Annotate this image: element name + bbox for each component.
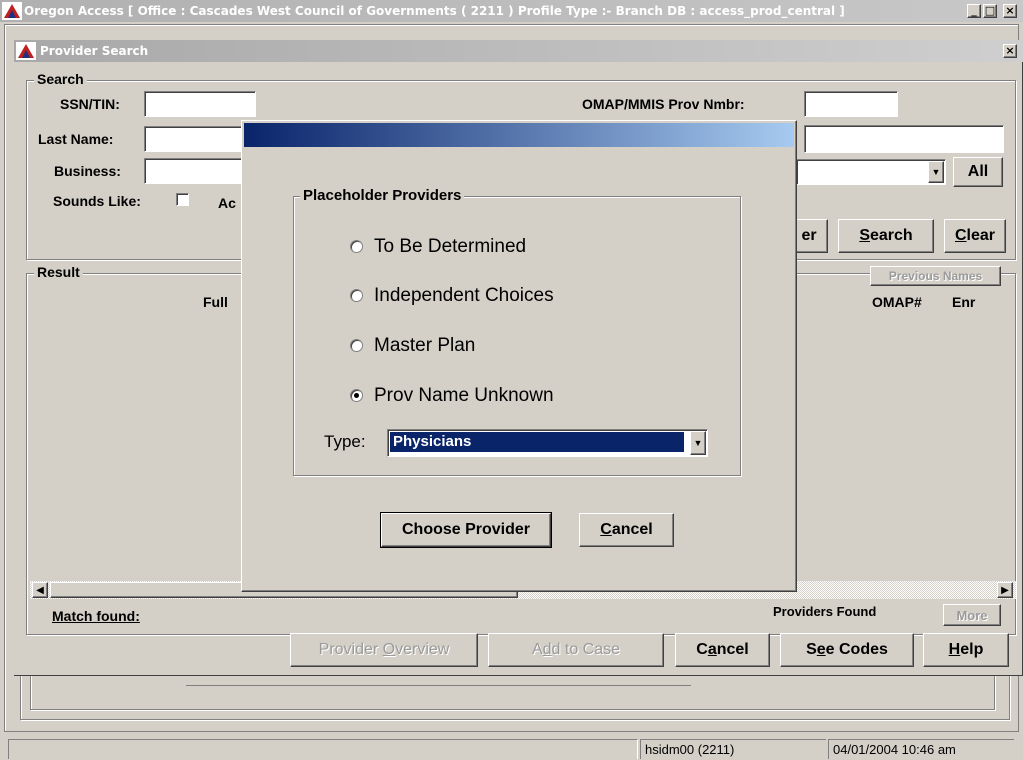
clear-button-accel: C: [954, 227, 967, 244]
clear-button-label: lear: [966, 227, 996, 244]
search-button-accel: S: [859, 227, 870, 244]
last-name-label: Last Name:: [38, 131, 114, 147]
radio-to-be-determined[interactable]: [350, 240, 363, 253]
right-text-input[interactable]: [804, 125, 1004, 153]
option-label: Prov Name Unknown: [374, 385, 554, 406]
chevron-down-icon[interactable]: ▼: [928, 161, 944, 183]
status-panel-datetime: 04/01/2004 10:46 am: [828, 739, 1014, 759]
business-input[interactable]: [144, 158, 244, 184]
more-button-label: More: [956, 607, 988, 623]
provider-overview-label-a: Provider: [318, 641, 383, 658]
omap-mmis-label: OMAP/MMIS Prov Nmbr:: [582, 96, 745, 112]
add-to-case-label-a: A: [531, 641, 543, 658]
cancel-label-a: C: [696, 641, 708, 658]
status-panel-user: hsidm00 (2211): [640, 739, 826, 759]
radio-master-plan[interactable]: [350, 339, 363, 352]
type-dropdown[interactable]: Physicians ▼: [387, 429, 708, 457]
app-close-button[interactable]: ×: [1003, 4, 1017, 18]
omap-mmis-input[interactable]: [804, 91, 898, 117]
partial-button-label: er: [801, 227, 817, 244]
provider-search-title-text: Provider Search: [40, 44, 149, 58]
help-button[interactable]: Help: [923, 633, 1009, 667]
app-title-text: Oregon Access [ Office : Cascades West C…: [24, 4, 845, 18]
all-button[interactable]: All: [953, 157, 1003, 187]
business-label: Business:: [54, 163, 121, 179]
active-label: Ac: [218, 195, 236, 211]
radio-independent-choices[interactable]: [350, 289, 363, 302]
close-icon: ×: [1005, 44, 1015, 57]
previous-names-button[interactable]: Previous Names: [870, 266, 1001, 286]
providers-found-label: Providers Found: [773, 604, 877, 619]
more-button[interactable]: More: [943, 604, 1001, 626]
arrow-left-icon: ◀: [36, 584, 44, 596]
see-codes-accel: e: [816, 641, 826, 658]
omap-column-header: OMAP#: [872, 294, 922, 310]
search-button[interactable]: Search: [838, 219, 934, 253]
choose-provider-label: Choose Provider: [401, 521, 531, 538]
cancel-label-b: ncel: [716, 641, 749, 658]
radio-prov-name-unknown[interactable]: [350, 389, 363, 402]
status-user: hsidm00 (2211): [645, 742, 735, 757]
sounds-like-checkbox[interactable]: [176, 193, 189, 206]
dialog-title-bar[interactable]: [244, 123, 794, 147]
enr-column-header: Enr: [952, 294, 976, 310]
option-label: Independent Choices: [374, 285, 554, 306]
add-to-case-accel: d: [542, 641, 552, 658]
help-label: elp: [960, 641, 984, 658]
provider-search-close-button[interactable]: ×: [1003, 44, 1017, 58]
minimize-button[interactable]: _: [967, 4, 981, 18]
minimize-icon: _: [971, 4, 977, 17]
status-datetime: 04/01/2004 10:46 am: [833, 742, 956, 757]
arrow-right-icon: ▶: [1001, 584, 1009, 596]
provider-search-title-bar[interactable]: Provider Search ×: [14, 40, 1023, 62]
scroll-right-button[interactable]: ▶: [997, 582, 1013, 598]
ssn-input[interactable]: [144, 91, 256, 117]
maximize-icon: □: [984, 4, 996, 17]
status-panel-main: [8, 739, 638, 759]
result-group-label: Result: [34, 264, 83, 280]
full-name-column-header: Full: [203, 294, 228, 310]
cancel-button[interactable]: Ca ncel: [675, 633, 770, 667]
type-dropdown-value: Physicians: [390, 432, 684, 452]
previous-names-label: Previous Names: [888, 269, 983, 283]
add-to-case-button[interactable]: Add to Case: [488, 633, 664, 667]
last-name-input[interactable]: [144, 126, 244, 152]
chevron-down-icon[interactable]: ▼: [690, 431, 706, 455]
placeholder-providers-label: Placeholder Providers: [300, 187, 465, 204]
cancel-accel: a: [707, 641, 717, 658]
see-codes-label-a: S: [806, 641, 817, 658]
all-button-label: All: [967, 163, 989, 180]
search-group-label: Search: [34, 71, 87, 87]
provider-overview-button[interactable]: Provider Overview: [290, 633, 478, 667]
close-icon: ×: [1005, 4, 1015, 17]
right-dropdown[interactable]: ▼: [796, 159, 946, 185]
maximize-button[interactable]: □: [983, 4, 997, 18]
clear-button[interactable]: Clear: [944, 219, 1006, 253]
oregon-access-app-icon: [2, 2, 22, 20]
dialog-cancel-button[interactable]: Cancel: [579, 513, 674, 547]
help-accel: H: [948, 641, 961, 658]
choose-provider-button[interactable]: Choose Provider: [380, 512, 552, 548]
search-button-label: earch: [869, 227, 913, 244]
option-label: Master Plan: [374, 335, 476, 356]
dialog-cancel-accel: C: [600, 521, 612, 538]
scroll-left-button[interactable]: ◀: [32, 582, 48, 598]
type-label: Type:: [324, 432, 366, 451]
provider-search-app-icon: [16, 42, 36, 60]
match-found-label: Match found:: [52, 608, 140, 624]
app-title-bar[interactable]: Oregon Access [ Office : Cascades West C…: [0, 0, 1023, 22]
add-to-case-label-b: d to Case: [551, 641, 621, 658]
provider-overview-label-b: verview: [395, 641, 450, 658]
option-label: To Be Determined: [374, 236, 527, 257]
dialog-cancel-label: ancel: [611, 521, 653, 538]
sounds-like-label: Sounds Like:: [53, 193, 141, 209]
ssn-label: SSN/TIN:: [60, 96, 120, 112]
provider-overview-accel: O: [382, 641, 396, 658]
see-codes-button[interactable]: See Codes: [780, 633, 914, 667]
see-codes-label-b: e Codes: [825, 641, 888, 658]
